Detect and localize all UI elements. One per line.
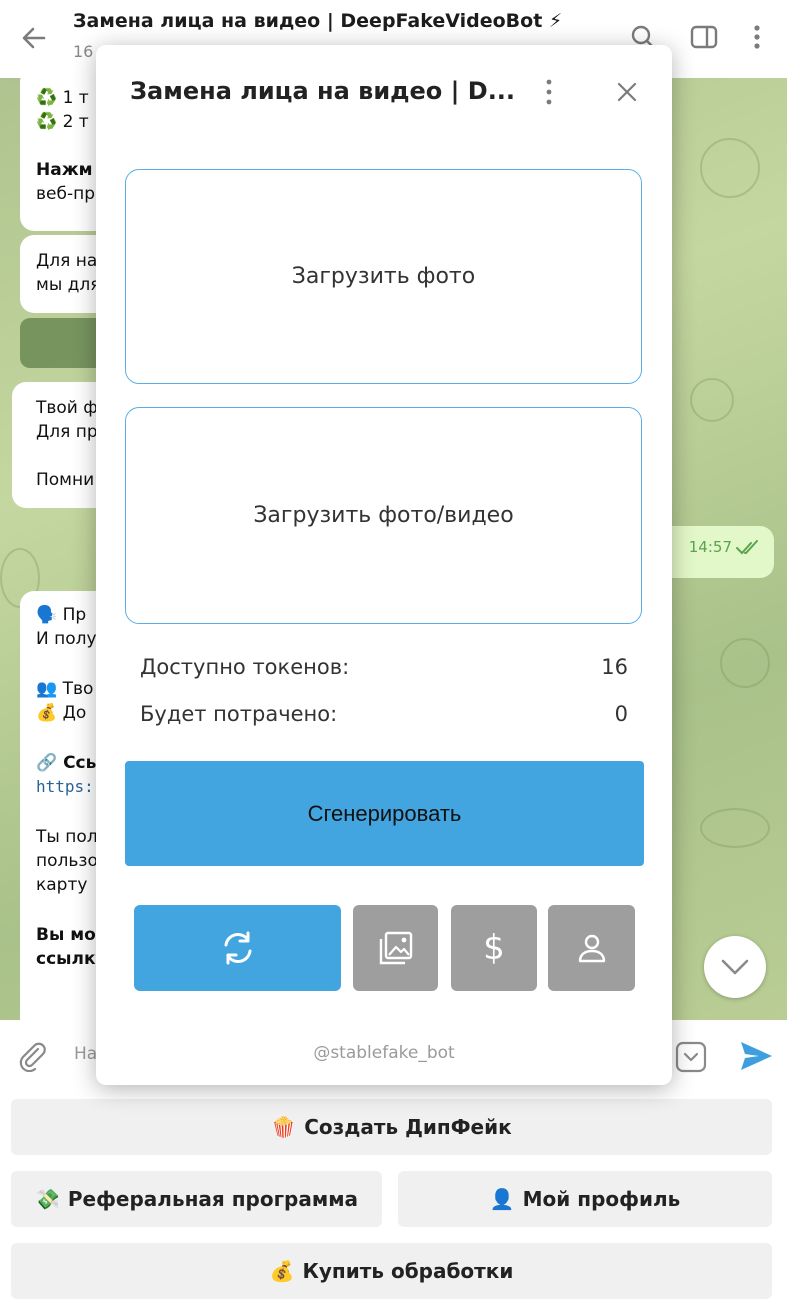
tokens-value: 16 xyxy=(601,655,628,679)
button-label: Купить обработки xyxy=(302,1259,514,1283)
chat-subtitle: 16 xyxy=(73,42,94,61)
doodle-decor xyxy=(690,378,734,422)
upload-photo-label: Загрузить фото xyxy=(291,264,476,289)
paperclip-icon[interactable] xyxy=(16,1040,48,1072)
gallery-icon xyxy=(379,931,412,965)
bot-username[interactable]: @stablefake_bot xyxy=(96,1043,672,1063)
refresh-icon xyxy=(224,931,251,965)
doodle-decor xyxy=(700,138,760,198)
message-input[interactable]: На xyxy=(74,1044,97,1064)
my-profile-button[interactable]: 👤 Мой профиль xyxy=(398,1171,772,1227)
money-bag-icon: 💰 xyxy=(269,1259,295,1283)
upload-media-label: Загрузить фото/видео xyxy=(253,503,514,528)
spend-label: Будет потрачено: xyxy=(140,702,338,726)
tab-face-swap[interactable] xyxy=(134,905,341,991)
tab-payment[interactable]: $ xyxy=(451,905,537,991)
button-label: Реферальная программа xyxy=(67,1187,359,1211)
sidebar-toggle-icon[interactable] xyxy=(689,22,719,52)
button-label: Мой профиль xyxy=(522,1187,681,1211)
money-wings-icon: 💸 xyxy=(34,1187,60,1211)
generate-button[interactable]: Сгенерировать xyxy=(125,761,644,866)
more-vertical-icon[interactable] xyxy=(742,22,772,52)
doodle-decor xyxy=(720,638,770,688)
doodle-decor xyxy=(700,808,770,848)
keyboard-toggle-icon[interactable] xyxy=(674,1040,708,1074)
popcorn-icon: 🍿 xyxy=(271,1115,297,1139)
buy-processing-button[interactable]: 💰 Купить обработки xyxy=(11,1243,772,1299)
send-icon[interactable] xyxy=(738,1038,774,1074)
tokens-label: Доступно токенов: xyxy=(140,655,350,679)
more-vertical-icon[interactable] xyxy=(536,77,562,107)
button-label: Создать ДипФейк xyxy=(304,1115,512,1139)
tokens-spend-row: Будет потрачено: 0 xyxy=(140,702,628,726)
tab-profile[interactable] xyxy=(548,905,635,991)
user-silhouette-icon: 👤 xyxy=(489,1187,515,1211)
chevron-down-icon xyxy=(721,959,749,975)
upload-photo-area[interactable]: Загрузить фото xyxy=(125,169,642,384)
chat-title[interactable]: Замена лица на видео | DeepFakeVideoBot … xyxy=(73,10,562,32)
mini-app-title: Замена лица на видео | D... xyxy=(130,77,516,105)
user-icon xyxy=(578,934,605,963)
close-icon[interactable] xyxy=(612,77,642,107)
create-deepfake-button[interactable]: 🍿 Создать ДипФейк xyxy=(11,1099,772,1155)
upload-media-area[interactable]: Загрузить фото/видео xyxy=(125,407,642,624)
scroll-down-button[interactable] xyxy=(704,936,766,998)
referral-program-button[interactable]: 💸 Реферальная программа xyxy=(11,1171,382,1227)
spend-value: 0 xyxy=(614,702,628,726)
tab-gallery[interactable] xyxy=(353,905,438,991)
message-time: 14:57 xyxy=(688,538,732,556)
tokens-available-row: Доступно токенов: 16 xyxy=(140,655,628,679)
double-check-icon xyxy=(736,540,758,555)
generate-label: Сгенерировать xyxy=(307,800,462,826)
arrow-left-icon[interactable] xyxy=(18,22,50,54)
mini-app-window: Замена лица на видео | D... Загрузить фо… xyxy=(96,45,672,1085)
dollar-icon: $ xyxy=(483,928,505,968)
